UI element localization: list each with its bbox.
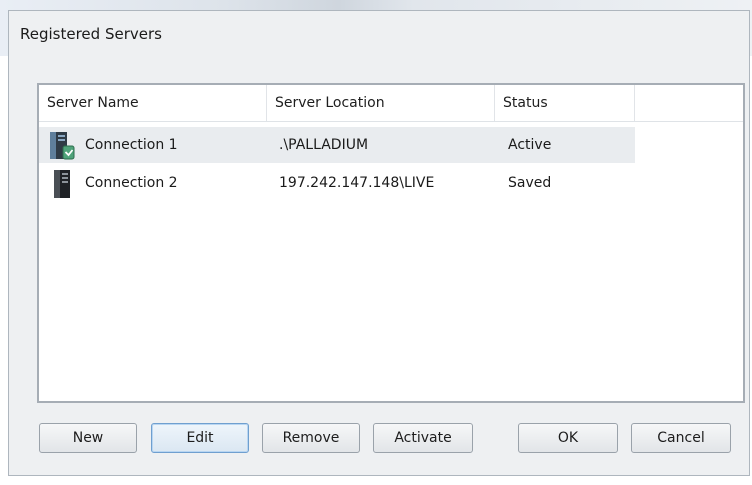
- column-header-filler: [635, 85, 743, 121]
- server-location: .\PALLADIUM: [279, 137, 369, 153]
- ok-button[interactable]: OK: [518, 423, 618, 453]
- edit-button[interactable]: Edit: [151, 423, 249, 453]
- remove-button[interactable]: Remove: [262, 423, 360, 453]
- registered-servers-dialog: Registered Servers Server Name Server Lo…: [8, 10, 750, 476]
- server-row-connection-2[interactable]: Connection 2 197.242.147.148\LIVE Saved: [39, 165, 635, 201]
- column-header-server-location[interactable]: Server Location: [267, 85, 495, 121]
- server-name: Connection 1: [85, 137, 178, 153]
- new-button[interactable]: New: [39, 423, 137, 453]
- server-active-icon: [49, 131, 75, 161]
- dialog-title: Registered Servers: [20, 25, 162, 43]
- column-header-server-name[interactable]: Server Name: [39, 85, 267, 121]
- server-icon: [49, 169, 75, 199]
- activate-button[interactable]: Activate: [373, 423, 473, 453]
- server-row-connection-1[interactable]: Connection 1 .\PALLADIUM Active: [39, 127, 635, 163]
- cancel-button[interactable]: Cancel: [631, 423, 731, 453]
- list-header: Server Name Server Location Status: [39, 85, 743, 122]
- column-header-status[interactable]: Status: [495, 85, 635, 121]
- server-name: Connection 2: [85, 175, 178, 191]
- server-location: 197.242.147.148\LIVE: [279, 175, 435, 191]
- server-list[interactable]: Server Name Server Location Status Conne…: [37, 83, 745, 403]
- server-status: Saved: [508, 175, 552, 191]
- server-status: Active: [508, 137, 552, 153]
